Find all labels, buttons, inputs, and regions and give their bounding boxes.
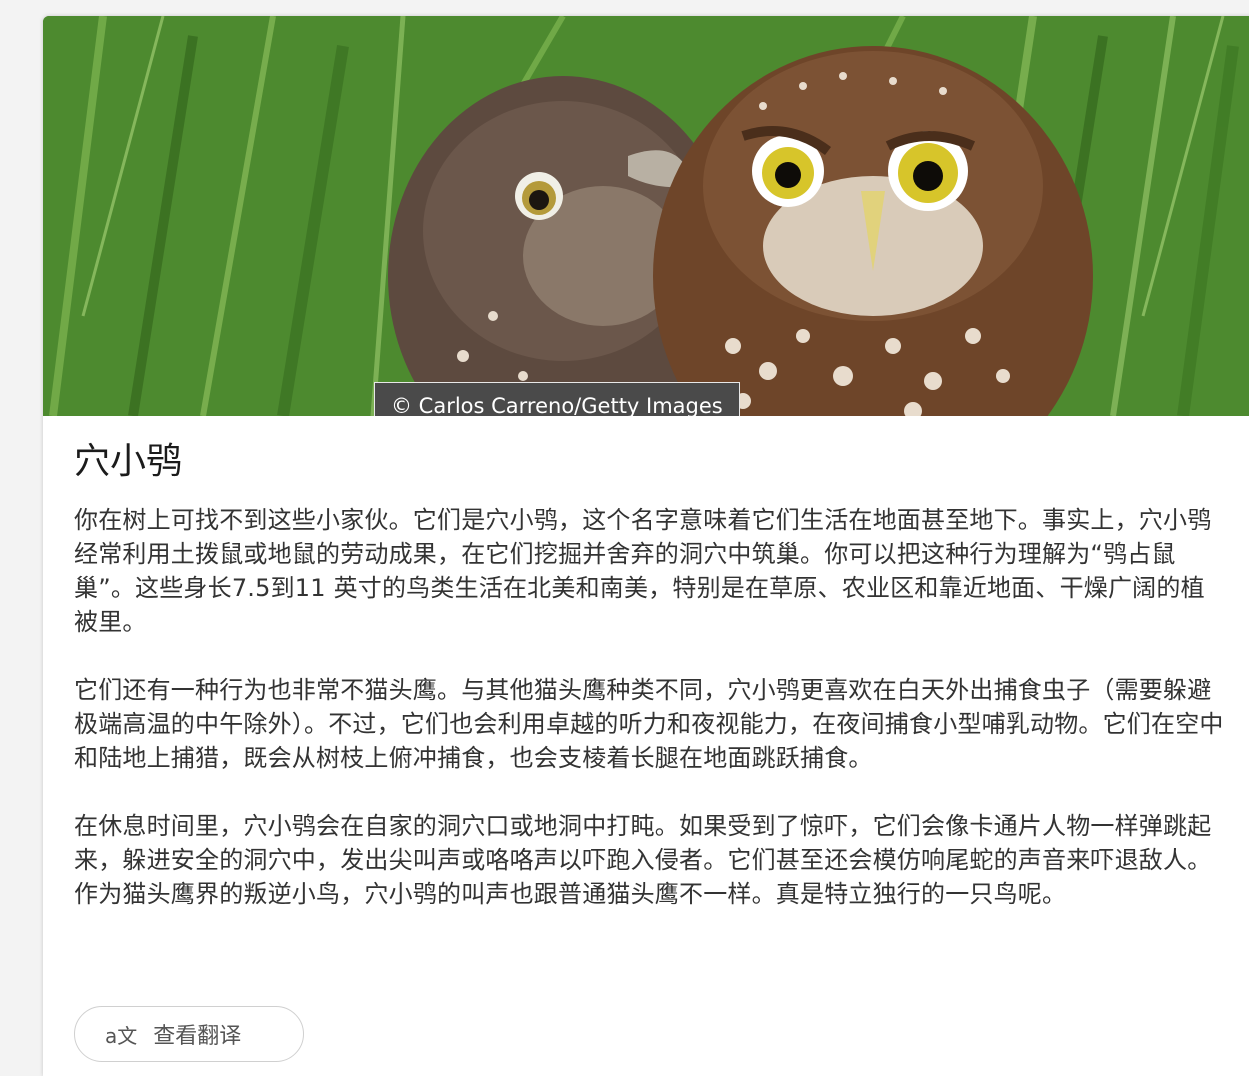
article-title: 穴小鸮 [74, 441, 183, 482]
photo-credit: © Carlos Carreno/Getty Images [374, 382, 740, 416]
paragraph-2: 它们还有一种行为也非常不猫头鹰。与其他猫头鹰种类不同，穴小鸮更喜欢在白天外出捕食… [74, 676, 1224, 772]
owl-photo: © Carlos Carreno/Getty Images [43, 16, 1249, 416]
article-card: © Carlos Carreno/Getty Images 穴小鸮 你在树上可找… [43, 16, 1249, 1076]
translate-icon: a文 [105, 1023, 138, 1048]
paragraph-1: 你在树上可找不到这些小家伙。它们是穴小鸮，这个名字意味着它们生活在地面甚至地下。… [74, 506, 1212, 636]
view-translation-label: 查看翻译 [153, 1024, 242, 1049]
paragraph-3: 在休息时间里，穴小鸮会在自家的洞穴口或地洞中打盹。如果受到了惊吓，它们会像卡通片… [74, 812, 1212, 908]
article-body: 你在树上可找不到这些小家伙。它们是穴小鸮，这个名字意味着它们生活在地面甚至地下。… [74, 503, 1224, 945]
view-translation-button[interactable]: a文 查看翻译 [74, 1006, 304, 1062]
